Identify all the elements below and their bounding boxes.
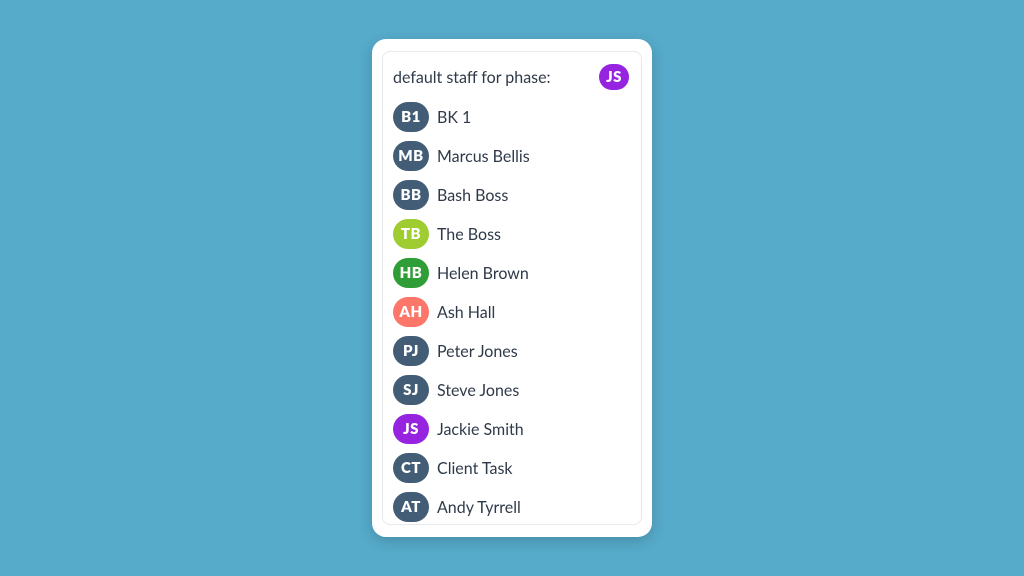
staff-list-item[interactable]: AH Ash Hall bbox=[393, 297, 629, 327]
staff-list-item[interactable]: AT Andy Tyrrell bbox=[393, 492, 629, 522]
staff-name-label: BK 1 bbox=[437, 108, 471, 127]
staff-list-item[interactable]: MB Marcus Bellis bbox=[393, 141, 629, 171]
staff-list-item[interactable]: PJ Peter Jones bbox=[393, 336, 629, 366]
staff-name-label: Marcus Bellis bbox=[437, 147, 530, 166]
selected-staff-badge[interactable]: JS bbox=[599, 64, 629, 90]
staff-name-label: Client Task bbox=[437, 459, 513, 478]
staff-name-label: The Boss bbox=[437, 225, 501, 244]
staff-avatar-badge: AT bbox=[393, 492, 429, 522]
staff-list-item[interactable]: SJ Steve Jones bbox=[393, 375, 629, 405]
staff-list-item[interactable]: BB Bash Boss bbox=[393, 180, 629, 210]
staff-avatar-badge: BB bbox=[393, 180, 429, 210]
staff-list-item[interactable]: CT Client Task bbox=[393, 453, 629, 483]
staff-picker-panel: default staff for phase: JS B1 BK 1 MB Marc… bbox=[382, 51, 642, 525]
staff-avatar-badge: JS bbox=[393, 414, 429, 444]
staff-list-item[interactable]: TB The Boss bbox=[393, 219, 629, 249]
staff-list: B1 BK 1 MB Marcus Bellis BB Bash Boss TB The Bo… bbox=[393, 102, 629, 522]
staff-avatar-badge: CT bbox=[393, 453, 429, 483]
staff-name-label: Helen Brown bbox=[437, 264, 529, 283]
staff-name-label: Jackie Smith bbox=[437, 420, 524, 439]
staff-avatar-badge: SJ bbox=[393, 375, 429, 405]
staff-avatar-badge: B1 bbox=[393, 102, 429, 132]
staff-name-label: Peter Jones bbox=[437, 342, 518, 361]
staff-name-label: Ash Hall bbox=[437, 303, 495, 322]
staff-avatar-badge: MB bbox=[393, 141, 429, 171]
staff-list-item[interactable]: JS Jackie Smith bbox=[393, 414, 629, 444]
staff-avatar-badge: AH bbox=[393, 297, 429, 327]
staff-name-label: Steve Jones bbox=[437, 381, 519, 400]
staff-list-item[interactable]: B1 BK 1 bbox=[393, 102, 629, 132]
default-staff-header: default staff for phase: JS bbox=[393, 64, 629, 90]
staff-name-label: Bash Boss bbox=[437, 186, 508, 205]
staff-picker-card: default staff for phase: JS B1 BK 1 MB Marc… bbox=[372, 39, 652, 537]
staff-avatar-badge: HB bbox=[393, 258, 429, 288]
staff-list-item[interactable]: HB Helen Brown bbox=[393, 258, 629, 288]
staff-avatar-badge: PJ bbox=[393, 336, 429, 366]
staff-avatar-badge: TB bbox=[393, 219, 429, 249]
staff-name-label: Andy Tyrrell bbox=[437, 498, 521, 517]
default-staff-label: default staff for phase: bbox=[393, 68, 551, 87]
